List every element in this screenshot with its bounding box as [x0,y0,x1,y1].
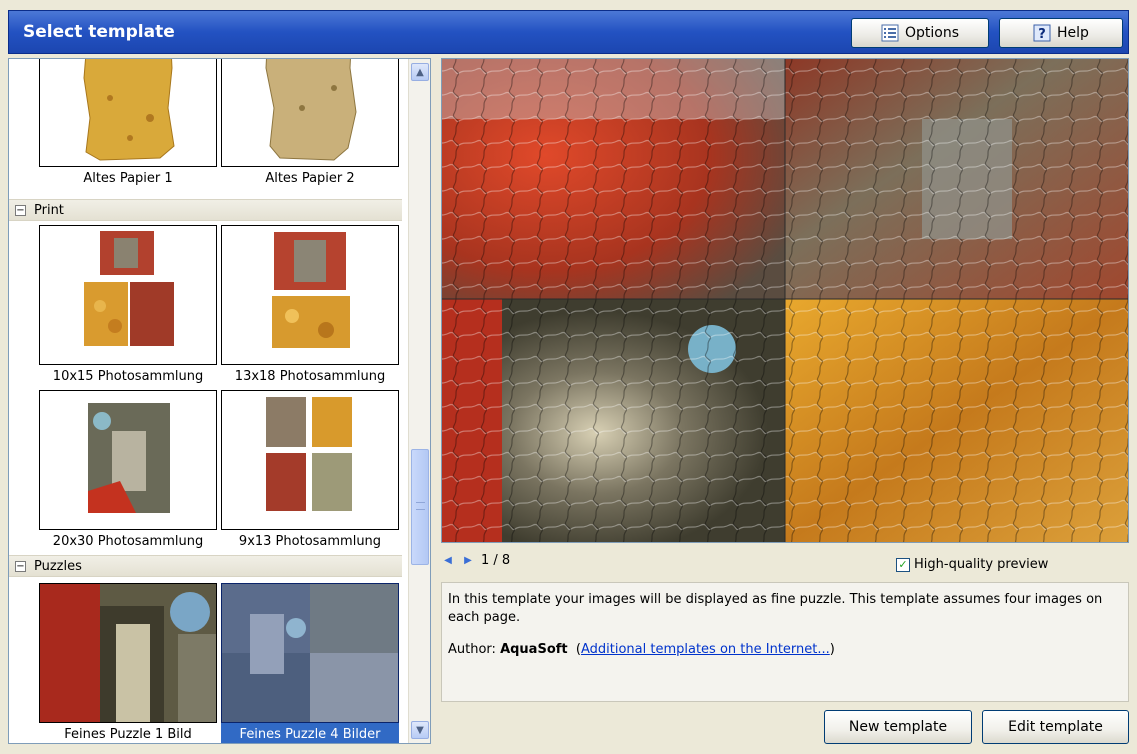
template-label: 20x30 Photosammlung [52,534,204,549]
options-list-icon [881,24,899,42]
dialog-title: Select template [23,22,175,42]
help-icon: ? [1033,24,1051,42]
next-page-icon[interactable]: ▶ [461,554,475,568]
template-thumbnail [39,59,217,167]
collapse-icon[interactable]: − [15,204,26,216]
template-list-content: Altes Papier 1 Altes Papier 2 − Print 10… [9,59,406,743]
previous-page-icon[interactable]: ◀ [441,554,455,568]
high-quality-preview-checkbox[interactable]: ✓ High-quality preview [896,557,1048,572]
scroll-up-icon[interactable]: ▲ [411,63,429,81]
template-label: 13x18 Photosammlung [234,369,386,384]
template-label: Altes Papier 1 [83,171,173,186]
template-thumbnail [39,583,217,723]
description-text: In this template your images will be dis… [448,592,1103,625]
template-label: 9x13 Photosammlung [238,534,382,549]
additional-templates-link[interactable]: Additional templates on the Internet... [581,642,830,657]
template-thumbnail [221,583,399,723]
template-label: 10x15 Photosammlung [52,369,204,384]
help-label: Help [1057,25,1089,41]
template-thumbnail [39,225,217,365]
checkbox-checked-icon[interactable]: ✓ [896,557,910,572]
group-header-puzzles[interactable]: − Puzzles [9,555,402,577]
author-name: AquaSoft [500,642,568,657]
help-button[interactable]: ? Help [999,18,1123,48]
template-preview [441,58,1129,543]
page-navigation: ◀ ▶ 1 / 8 [441,553,510,568]
template-tile-9x13[interactable]: 9x13 Photosammlung [221,390,399,560]
template-tile-puzzle-1[interactable]: Feines Puzzle 1 Bild [39,583,217,743]
group-label: Puzzles [34,558,82,574]
template-tile-13x18[interactable]: 13x18 Photosammlung [221,225,399,395]
group-header-print[interactable]: − Print [9,199,402,221]
template-list: Altes Papier 1 Altes Papier 2 − Print 10… [8,58,431,744]
template-thumbnail [221,390,399,530]
template-label: Feines Puzzle 1 Bild [64,727,192,742]
template-label: Altes Papier 2 [265,171,355,186]
high-quality-label: High-quality preview [914,557,1049,572]
template-label: Feines Puzzle 4 Bilder [239,727,381,742]
author-line: Author: AquaSoft (Additional templates o… [448,642,835,657]
scrollbar-thumb[interactable] [411,449,429,565]
title-bar: Select template Options ? Help [8,10,1129,54]
template-dialog: Select template Options ? Help Altes Pap… [0,0,1137,754]
template-tile-10x15[interactable]: 10x15 Photosammlung [39,225,217,395]
template-list-scrollbar[interactable]: ▲ ▼ [408,59,430,743]
scroll-down-icon[interactable]: ▼ [411,721,429,739]
options-label: Options [904,25,960,41]
edit-template-button[interactable]: Edit template [982,710,1129,744]
svg-text:?: ? [1038,27,1046,42]
template-description: In this template your images will be dis… [441,582,1129,702]
template-tile-puzzle-4[interactable]: Feines Puzzle 4 Bilder [221,583,399,743]
collapse-icon[interactable]: − [15,560,26,572]
template-thumbnail [221,225,399,365]
template-tile-altes-papier-1[interactable]: Altes Papier 1 [39,59,217,197]
template-tile-altes-papier-2[interactable]: Altes Papier 2 [221,59,399,197]
options-button[interactable]: Options [851,18,989,48]
template-thumbnail [39,390,217,530]
group-label: Print [34,202,64,218]
template-thumbnail [221,59,399,167]
template-tile-20x30[interactable]: 20x30 Photosammlung [39,390,217,560]
new-template-button[interactable]: New template [824,710,972,744]
author-label: Author: [448,642,496,657]
page-indicator: 1 / 8 [481,553,511,568]
